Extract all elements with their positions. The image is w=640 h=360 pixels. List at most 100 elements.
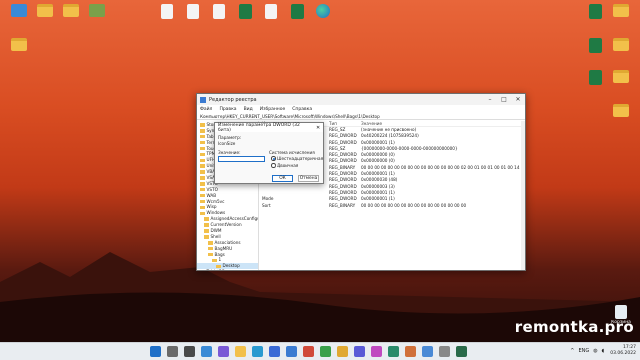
folder-icon: [200, 211, 205, 216]
folder-icon: [200, 176, 205, 180]
folder-icon: [37, 4, 53, 17]
system-tray: ^ ENG ◍ ◖ 17:27 03.06.2022: [566, 345, 636, 357]
app-icon[interactable]: [371, 346, 382, 357]
menu-view[interactable]: Вид: [244, 107, 253, 112]
tool-icon: [89, 4, 105, 17]
radio-hex[interactable]: Шестнадцатеричная: [271, 156, 323, 161]
app-icon[interactable]: [337, 346, 348, 357]
chat-icon[interactable]: [218, 346, 229, 357]
excel-icon: [588, 70, 602, 85]
scrollbar[interactable]: [521, 121, 525, 270]
window-title: Редактор реестра: [209, 96, 257, 103]
dialog-titlebar[interactable]: Изменение параметра DWORD (32 бита) ✕: [215, 123, 323, 133]
edge-icon: [316, 4, 330, 18]
menu-edit[interactable]: Правка: [219, 107, 236, 112]
excel-icon: [290, 4, 304, 19]
folder-icon: [200, 152, 205, 157]
column-type[interactable]: Тип: [329, 121, 361, 126]
radio-dot[interactable]: [271, 156, 276, 161]
cancel-button[interactable]: Отмена: [298, 175, 319, 182]
app-icon[interactable]: [422, 346, 433, 357]
start-icon[interactable]: [150, 346, 161, 357]
regedit-icon: [200, 96, 206, 103]
folder-icon: [613, 38, 629, 51]
folder-icon: [204, 229, 209, 233]
folder-icon: [200, 129, 205, 133]
folder-icon: [204, 223, 209, 227]
folder-icon: [200, 146, 205, 151]
menu-bar: Файл Правка Вид Избранное Справка: [197, 105, 525, 113]
app-icon[interactable]: [354, 346, 365, 357]
excel-icon: [588, 38, 602, 53]
window-titlebar[interactable]: Редактор реестра – □ ✕: [197, 94, 525, 105]
value-row[interactable]: Sort REG_BINARY 00 00 00 00 00 00 00 00 00…: [259, 203, 525, 209]
folder-icon: [204, 217, 209, 221]
desktop-icon-folder[interactable]: [604, 68, 638, 98]
desktop-icon-tool[interactable]: [80, 2, 114, 32]
value-input[interactable]: [218, 156, 265, 162]
app-icon[interactable]: [439, 346, 450, 357]
tree-key-label: Desktop: [222, 263, 240, 269]
menu-favorites[interactable]: Избранное: [260, 107, 286, 112]
edge-icon[interactable]: [252, 346, 263, 357]
column-value[interactable]: Значение: [361, 121, 525, 126]
app-icon[interactable]: [456, 346, 467, 357]
tree-key-label: TabletPC: [207, 269, 225, 270]
minimize-icon[interactable]: –: [483, 94, 497, 105]
desktop-icon-folder[interactable]: [604, 102, 638, 132]
desktop-icon-folder[interactable]: [604, 36, 638, 66]
close-icon[interactable]: ✕: [511, 94, 525, 105]
base-label: Система исчисления: [269, 150, 315, 155]
folder-icon: [200, 205, 205, 210]
folder-icon: [63, 4, 79, 17]
param-label: Параметр:: [218, 135, 242, 140]
explorer-icon[interactable]: [235, 346, 246, 357]
value-name: Sort: [262, 202, 271, 208]
folder-icon: [208, 252, 213, 257]
app-icon[interactable]: [388, 346, 399, 357]
desktop-icon-edge[interactable]: [306, 2, 340, 32]
folder-icon: [216, 264, 221, 269]
app-icon[interactable]: [320, 346, 331, 357]
file-icon: [265, 4, 277, 19]
folder-icon: [613, 104, 629, 117]
language-indicator[interactable]: ENG: [578, 348, 589, 354]
search-icon[interactable]: [167, 346, 178, 357]
folder-icon: [613, 4, 629, 17]
folder-icon: [200, 199, 205, 204]
folder-icon: [200, 123, 205, 127]
radio-hex-label: Шестнадцатеричная: [277, 156, 324, 161]
folder-icon: [200, 158, 205, 163]
tree-key-label: 1: [218, 257, 222, 263]
taskbar-apps: [150, 346, 473, 357]
param-name: IconSize: [218, 141, 236, 146]
value-type: REG_BINARY: [329, 202, 356, 208]
ok-button[interactable]: ОК: [272, 175, 293, 182]
folder-icon: [200, 140, 205, 145]
chevron-up-icon[interactable]: ^: [570, 348, 574, 354]
folder-icon: [11, 38, 27, 51]
taskview-icon[interactable]: [184, 346, 195, 357]
menu-file[interactable]: Файл: [200, 107, 212, 112]
maximize-icon[interactable]: □: [497, 94, 511, 105]
excel-icon: [238, 4, 252, 19]
widgets-icon[interactable]: [201, 346, 212, 357]
store-icon[interactable]: [269, 346, 280, 357]
folder-icon: [200, 164, 205, 168]
desktop-icon-folder[interactable]: [2, 36, 36, 66]
tree-key[interactable]: TabletPC: [197, 269, 258, 270]
network-icon[interactable]: ◍: [593, 348, 597, 354]
edit-dword-dialog[interactable]: Изменение параметра DWORD (32 бита) ✕ Па…: [214, 122, 324, 184]
close-icon[interactable]: ✕: [313, 125, 323, 131]
file-icon: [213, 4, 225, 19]
app-icon[interactable]: [405, 346, 416, 357]
desktop-icon-recycle-bin[interactable]: Корзина: [604, 303, 638, 333]
volume-icon[interactable]: ◖: [602, 348, 605, 354]
folder-icon: [200, 170, 205, 174]
address-bar[interactable]: Компьютер\HKEY_CURRENT_USER\Software\Mic…: [197, 113, 525, 120]
app-icon[interactable]: [303, 346, 314, 357]
clock[interactable]: 17:27 03.06.2022: [610, 345, 636, 357]
regedit-icon[interactable]: [286, 346, 297, 357]
menu-help[interactable]: Справка: [292, 107, 312, 112]
desktop-icon-folder[interactable]: [604, 2, 638, 32]
